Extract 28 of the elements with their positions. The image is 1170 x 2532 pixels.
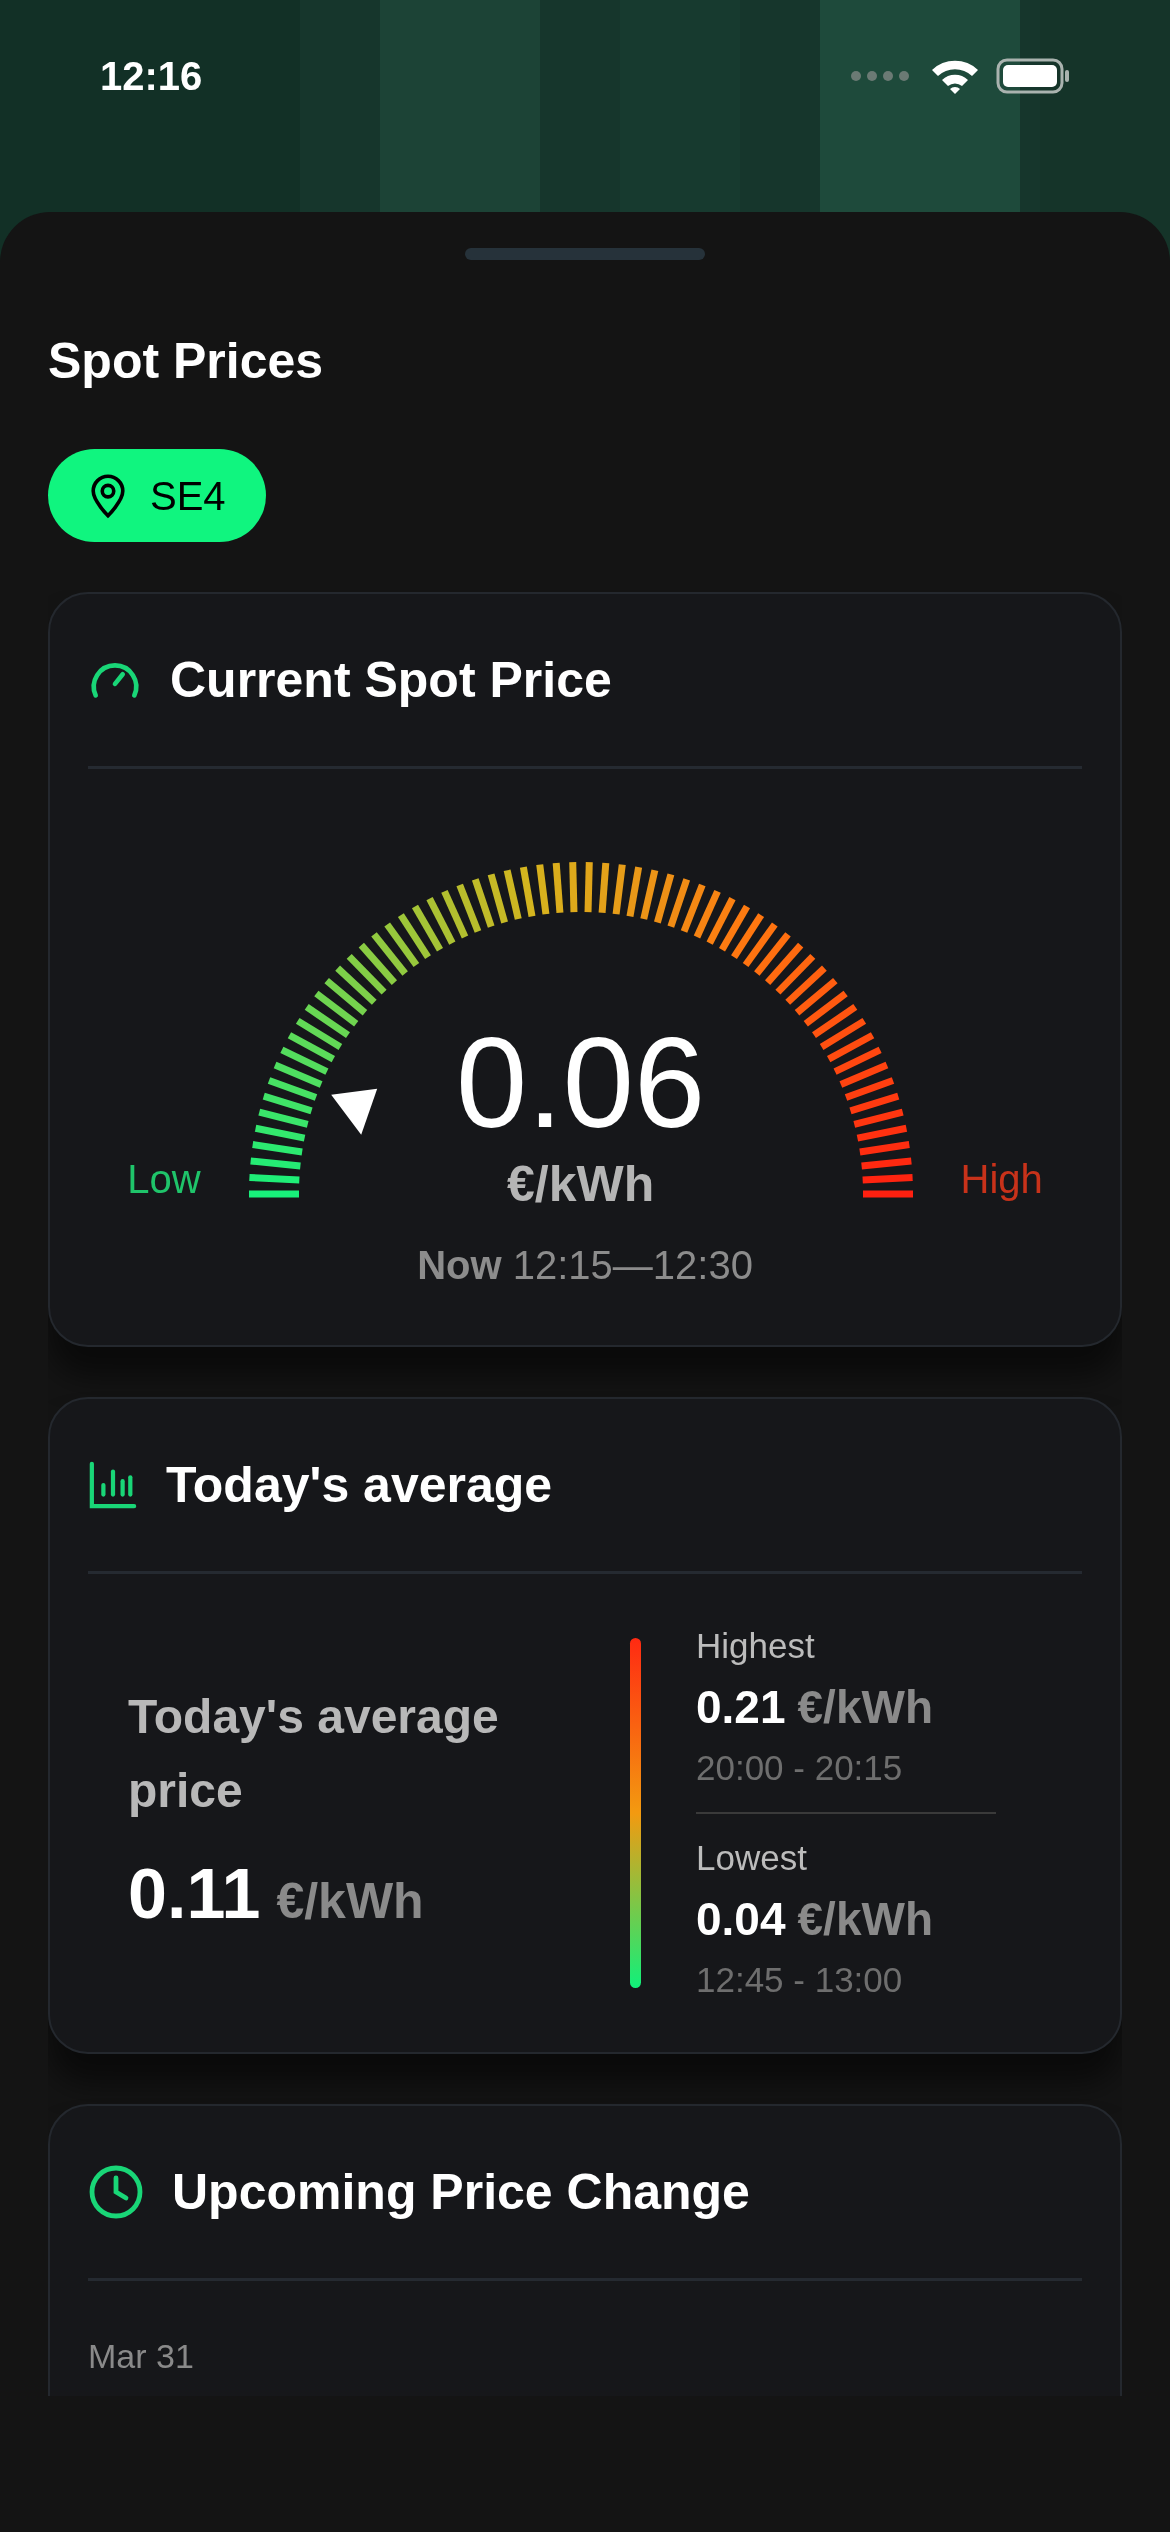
clock-icon bbox=[88, 2164, 144, 2220]
status-time: 12:16 bbox=[100, 53, 203, 100]
location-pin-icon bbox=[88, 472, 128, 519]
extreme-unit: €/kWh bbox=[797, 1679, 933, 1735]
average-label: Today's average price bbox=[128, 1688, 500, 1819]
extreme-time: 12:45 - 13:00 bbox=[696, 1958, 904, 2001]
extreme-time: 20:00 - 20:15 bbox=[696, 1746, 904, 1789]
bar-chart-icon bbox=[88, 1460, 138, 1510]
price-period: Now 12:15—12:30 bbox=[417, 1242, 753, 1289]
card-title: Upcoming Price Change bbox=[172, 2162, 750, 2222]
price-unit: €/kWh bbox=[506, 1154, 655, 1214]
card-title: Today's average bbox=[166, 1455, 553, 1515]
extreme-value: 0.04 bbox=[696, 1891, 786, 1947]
region-chip[interactable]: SE4 bbox=[48, 449, 266, 542]
extreme-label: Lowest bbox=[696, 1837, 808, 1879]
low-label: Low bbox=[127, 1156, 201, 1203]
average-value: 0.11 bbox=[128, 1853, 261, 1935]
date-label: Mar 31 bbox=[88, 2337, 194, 2375]
sheet-title: Spot Prices bbox=[47, 332, 325, 391]
battery-icon bbox=[996, 58, 1070, 94]
extreme-value: 0.21 bbox=[696, 1679, 786, 1735]
extreme-unit: €/kWh bbox=[797, 1891, 933, 1947]
price-value: 0.06 bbox=[456, 1018, 706, 1147]
high-label: High bbox=[960, 1156, 1043, 1203]
card-title: Current Spot Price bbox=[170, 650, 612, 710]
average-unit: €/kWh bbox=[276, 1871, 424, 1931]
extreme-label: Highest bbox=[696, 1625, 816, 1667]
drag-handle[interactable] bbox=[465, 248, 705, 260]
